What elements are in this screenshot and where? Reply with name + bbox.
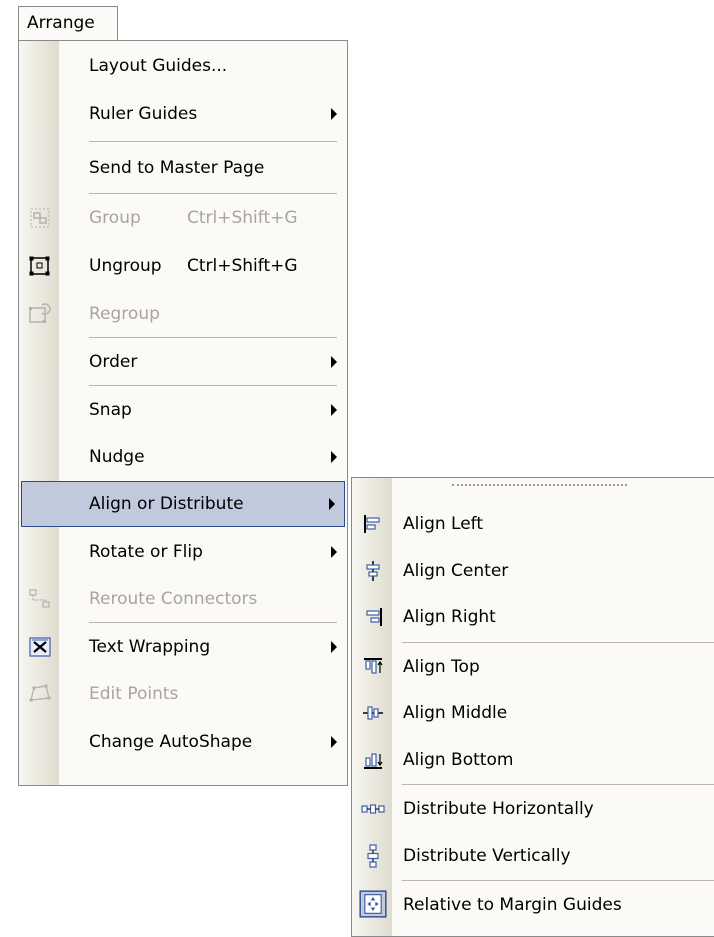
align-bottom-icon [364,753,383,769]
menu-item-label: Distribute Vertically [403,846,571,866]
menu-item-label: Change AutoShape [89,732,253,752]
submenu-arrow-icon [331,546,337,558]
edit-points-icon [29,684,51,702]
submenu-arrow-icon [331,641,337,653]
menu-item-label: Nudge [89,447,145,467]
menu-item-shortcut: Ctrl+Shift+G [187,208,298,228]
menu-item-label: Align Center [403,561,509,581]
group-icon [30,208,50,228]
menu-item-label: Layout Guides... [89,56,228,76]
arrange-menu: Layout Guides... Ruler Guides Send to Ma… [18,40,348,786]
menu-item-label: Relative to Margin Guides [403,895,622,915]
tear-off-grip[interactable] [452,484,627,486]
align-or-distribute-submenu: Align Left Align Center Align Right Alig… [351,477,714,937]
submenu-item-relative-to-margin-guides[interactable]: Relative to Margin Guides [353,881,714,929]
menu-item-rotate-or-flip[interactable]: Rotate or Flip [20,528,347,576]
regroup-icon [29,303,51,323]
reroute-connectors-icon [29,589,50,608]
menu-item-text-wrapping[interactable]: Text Wrapping [20,623,347,671]
align-top-icon [364,658,383,674]
distribute-horizontally-icon [361,804,385,814]
menu-item-ruler-guides[interactable]: Ruler Guides [20,90,347,138]
submenu-arrow-icon [331,404,337,416]
align-middle-icon [363,706,383,720]
menu-item-align-or-distribute[interactable]: Align or Distribute [21,481,345,527]
text-wrapping-icon [29,637,51,657]
menu-item-label: Align Left [403,514,484,534]
menu-item-nudge[interactable]: Nudge [20,433,347,481]
ungroup-icon [29,256,50,276]
submenu-arrow-icon [331,108,337,120]
align-right-icon [366,608,382,626]
submenu-item-align-middle[interactable]: Align Middle [353,689,714,737]
submenu-item-align-top[interactable]: Align Top [353,643,714,691]
menu-separator [89,141,337,142]
submenu-arrow-icon [331,356,337,368]
menu-item-label: Edit Points [89,684,179,704]
submenu-arrow-icon [331,736,337,748]
arrange-menu-title[interactable]: Arrange [18,6,118,40]
submenu-arrow-icon [331,451,337,463]
menu-item-send-to-master-page[interactable]: Send to Master Page [20,144,347,192]
menu-item-order[interactable]: Order [20,338,347,386]
menu-item-ungroup[interactable]: Ungroup Ctrl+Shift+G [20,242,347,290]
menu-item-edit-points[interactable]: Edit Points [20,670,347,718]
menu-item-label: Ungroup [89,256,162,276]
menu-item-label: Snap [89,400,132,420]
menu-item-group[interactable]: Group Ctrl+Shift+G [20,194,347,242]
menu-item-layout-guides[interactable]: Layout Guides... [20,42,347,90]
menu-item-label: Align Top [403,657,480,677]
menu-item-label: Rotate or Flip [89,542,203,562]
menu-item-shortcut: Ctrl+Shift+G [187,256,298,276]
submenu-item-distribute-horizontally[interactable]: Distribute Horizontally [353,785,714,833]
menu-item-snap[interactable]: Snap [20,386,347,434]
menu-item-label: Distribute Horizontally [403,799,594,819]
menu-item-label: Ruler Guides [89,104,198,124]
align-center-icon [366,561,380,581]
relative-to-margin-guides-icon [359,890,387,918]
submenu-item-align-left[interactable]: Align Left [353,500,714,548]
menu-item-reroute-connectors[interactable]: Reroute Connectors [20,575,347,623]
menu-item-label: Reroute Connectors [89,589,258,609]
menu-item-change-autoshape[interactable]: Change AutoShape [20,718,347,766]
menu-item-label: Order [89,352,138,372]
distribute-vertically-icon [367,844,379,868]
menu-item-label: Regroup [89,304,160,324]
menu-item-label: Send to Master Page [89,158,265,178]
menu-item-regroup[interactable]: Regroup [20,290,347,338]
menu-item-label: Text Wrapping [89,637,211,657]
align-left-icon [364,515,380,533]
menu-item-label: Group [89,208,141,228]
submenu-item-align-center[interactable]: Align Center [353,547,714,595]
submenu-item-distribute-vertically[interactable]: Distribute Vertically [353,832,714,880]
menu-item-label: Align Right [403,607,496,627]
submenu-item-align-bottom[interactable]: Align Bottom [353,736,714,784]
menu-item-label: Align Bottom [403,750,514,770]
submenu-arrow-icon [329,498,335,510]
menu-item-label: Align or Distribute [89,494,244,514]
submenu-item-align-right[interactable]: Align Right [353,593,714,641]
menu-item-label: Align Middle [403,703,508,723]
